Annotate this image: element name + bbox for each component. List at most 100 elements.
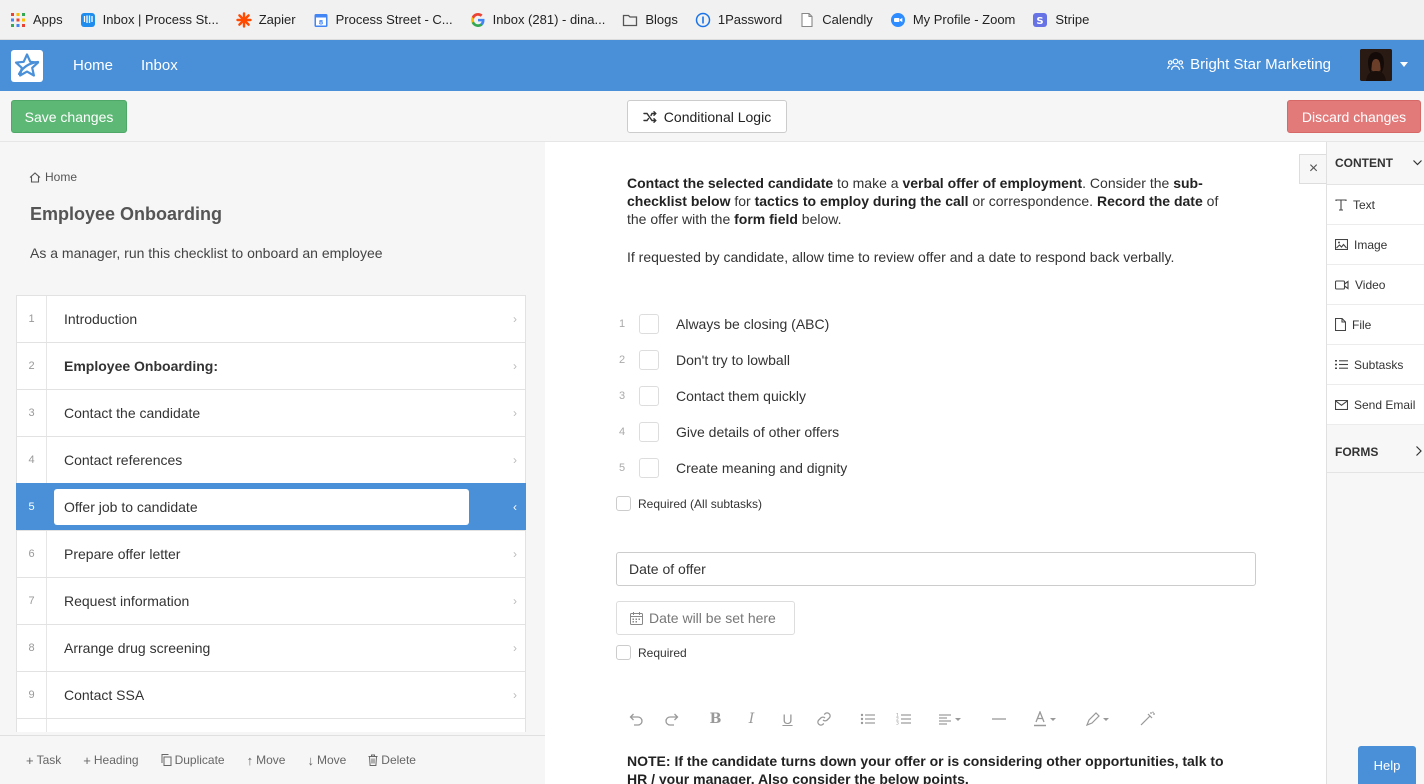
subtasks-required-toggle[interactable]: Required (All subtasks) bbox=[616, 496, 762, 511]
subtask-item[interactable]: 2 Don't try to lowball bbox=[615, 350, 790, 370]
subtask-checkbox[interactable] bbox=[639, 458, 659, 478]
task-item-partial[interactable] bbox=[16, 718, 526, 732]
bold-icon[interactable]: B bbox=[707, 711, 724, 727]
required-checkbox[interactable] bbox=[616, 645, 631, 660]
bookmark-1password[interactable]: 1Password bbox=[695, 12, 782, 28]
avatar-photo bbox=[1360, 49, 1392, 81]
widget-file[interactable]: File bbox=[1327, 305, 1424, 345]
subtask-checkbox[interactable] bbox=[639, 386, 659, 406]
bookmark-zapier[interactable]: Zapier bbox=[236, 11, 296, 28]
date-field-label-input[interactable]: Date of offer bbox=[616, 552, 1256, 586]
help-button[interactable]: Help bbox=[1358, 746, 1416, 784]
text-segment: for bbox=[730, 193, 755, 209]
subtask-label[interactable]: Contact them quickly bbox=[676, 388, 806, 404]
widget-send-email[interactable]: Send Email bbox=[1327, 385, 1424, 425]
numbered-list-icon[interactable]: 123 bbox=[895, 712, 912, 726]
add-heading-button[interactable]: + Heading bbox=[83, 753, 138, 768]
chevron-right-icon: › bbox=[513, 594, 517, 608]
widget-image[interactable]: Image bbox=[1327, 225, 1424, 265]
nav-home-link[interactable]: Home bbox=[73, 57, 113, 74]
widget-subtasks[interactable]: Subtasks bbox=[1327, 345, 1424, 385]
widget-label: Video bbox=[1355, 277, 1386, 292]
subtask-label[interactable]: Always be closing (ABC) bbox=[676, 316, 829, 332]
text-segment: the offer with the bbox=[627, 211, 735, 227]
underline-icon[interactable]: U bbox=[779, 711, 796, 727]
task-description-paragraph[interactable]: Contact the selected candidate to make a… bbox=[627, 174, 1247, 228]
subtask-checkbox[interactable] bbox=[639, 314, 659, 334]
task-item-request-information[interactable]: 7 Request information › bbox=[16, 577, 526, 624]
bookmark-stripe[interactable]: S Stripe bbox=[1032, 12, 1089, 28]
task-review-paragraph[interactable]: If requested by candidate, allow time to… bbox=[627, 248, 1174, 266]
horizontal-rule-icon[interactable] bbox=[990, 712, 1007, 726]
task-name-input[interactable]: Offer job to candidate bbox=[54, 489, 469, 525]
note-paragraph[interactable]: NOTE: If the candidate turns down your o… bbox=[627, 752, 1224, 784]
bookmark-apps[interactable]: Apps bbox=[10, 12, 63, 28]
text-color-dropdown-icon[interactable] bbox=[1034, 711, 1058, 727]
save-changes-button[interactable]: Save changes bbox=[11, 100, 127, 133]
subtask-checkbox[interactable] bbox=[639, 350, 659, 370]
task-item-arrange-drug-screening[interactable]: 8 Arrange drug screening › bbox=[16, 624, 526, 671]
subtask-label[interactable]: Don't try to lowball bbox=[676, 352, 790, 368]
task-item-offer-job-active[interactable]: 5 Offer job to candidate ‹ bbox=[16, 483, 526, 530]
subtask-label[interactable]: Create meaning and dignity bbox=[676, 460, 847, 476]
task-item-introduction[interactable]: 1 Introduction › bbox=[16, 295, 526, 342]
highlight-dropdown-icon[interactable] bbox=[1085, 711, 1111, 727]
italic-icon[interactable]: I bbox=[743, 711, 760, 727]
bookmark-calendly[interactable]: Calendly bbox=[799, 12, 873, 28]
task-heading-employee-onboarding[interactable]: 2 Employee Onboarding: › bbox=[16, 342, 526, 389]
date-picker-button[interactable]: Date will be set here bbox=[616, 601, 795, 635]
organization-switcher[interactable]: Bright Star Marketing bbox=[1167, 56, 1331, 73]
move-up-button[interactable]: ↑ Move bbox=[247, 753, 286, 768]
duplicate-button[interactable]: Duplicate bbox=[161, 753, 225, 767]
close-widgets-button[interactable]: × bbox=[1299, 154, 1327, 184]
required-checkbox[interactable] bbox=[616, 496, 631, 511]
bookmark-blogs[interactable]: Blogs bbox=[622, 12, 678, 28]
checklist-description[interactable]: As a manager, run this checklist to onbo… bbox=[30, 245, 383, 261]
bookmark-gmail-inbox[interactable]: Inbox (281) - dina... bbox=[470, 12, 605, 28]
widget-text[interactable]: Text bbox=[1327, 185, 1424, 225]
intercom-icon bbox=[80, 12, 96, 28]
task-item-contact-references[interactable]: 4 Contact references › bbox=[16, 436, 526, 483]
bookmark-inbox-process-street[interactable]: Inbox | Process St... bbox=[80, 12, 219, 28]
task-item-prepare-offer-letter[interactable]: 6 Prepare offer letter › bbox=[16, 530, 526, 577]
bullet-list-icon[interactable] bbox=[859, 712, 876, 726]
checklist-title[interactable]: Employee Onboarding bbox=[30, 204, 222, 225]
content-section-header[interactable]: CONTENT bbox=[1327, 142, 1424, 185]
task-number: 4 bbox=[17, 437, 47, 483]
delete-button[interactable]: Delete bbox=[368, 753, 416, 767]
text-editor-toolbar: B I U 123 bbox=[627, 708, 1174, 730]
checklist-panel: Home Employee Onboarding As a manager, r… bbox=[0, 142, 545, 784]
discard-changes-button[interactable]: Discard changes bbox=[1287, 100, 1421, 133]
email-icon bbox=[1335, 399, 1348, 410]
calendar-icon bbox=[630, 611, 643, 625]
move-down-button[interactable]: ↓ Move bbox=[307, 753, 346, 768]
task-item-contact-ssa[interactable]: 9 Contact SSA › bbox=[16, 671, 526, 718]
conditional-logic-button[interactable]: Conditional Logic bbox=[627, 100, 787, 133]
redo-icon[interactable] bbox=[663, 712, 680, 726]
link-icon[interactable] bbox=[815, 711, 832, 727]
align-dropdown-icon[interactable] bbox=[939, 712, 963, 726]
avatar-dropdown-caret-icon[interactable] bbox=[1400, 62, 1408, 67]
widget-video[interactable]: Video bbox=[1327, 265, 1424, 305]
text-icon bbox=[1335, 198, 1347, 211]
forms-section-header[interactable]: FORMS bbox=[1327, 431, 1424, 473]
undo-icon[interactable] bbox=[627, 712, 644, 726]
subtask-item[interactable]: 4 Give details of other offers bbox=[615, 422, 839, 442]
subtask-item[interactable]: 5 Create meaning and dignity bbox=[615, 458, 847, 478]
chevron-right-icon: › bbox=[513, 453, 517, 467]
subtask-item[interactable]: 3 Contact them quickly bbox=[615, 386, 806, 406]
bookmark-zoom-profile[interactable]: My Profile - Zoom bbox=[890, 12, 1015, 28]
user-avatar[interactable] bbox=[1360, 49, 1392, 81]
subtask-item[interactable]: 1 Always be closing (ABC) bbox=[615, 314, 829, 334]
nav-inbox-link[interactable]: Inbox bbox=[141, 57, 178, 74]
subtask-checkbox[interactable] bbox=[639, 422, 659, 442]
task-item-contact-candidate[interactable]: 3 Contact the candidate › bbox=[16, 389, 526, 436]
clear-format-icon[interactable] bbox=[1138, 711, 1155, 727]
svg-text:3: 3 bbox=[896, 721, 899, 727]
subtask-label[interactable]: Give details of other offers bbox=[676, 424, 839, 440]
add-task-button[interactable]: + Task bbox=[26, 753, 61, 768]
process-street-logo[interactable] bbox=[11, 49, 43, 82]
bookmark-process-street-calendar[interactable]: 8 Process Street - C... bbox=[313, 12, 453, 28]
date-required-toggle[interactable]: Required bbox=[616, 645, 687, 660]
breadcrumb[interactable]: Home bbox=[29, 170, 77, 184]
